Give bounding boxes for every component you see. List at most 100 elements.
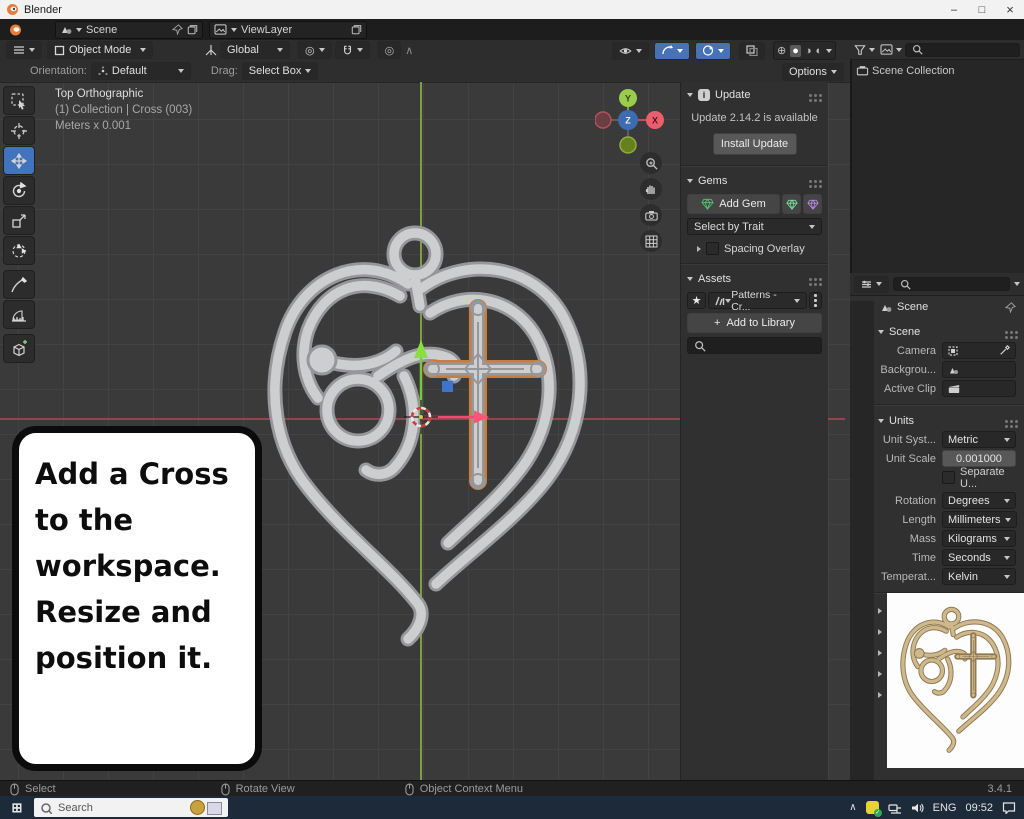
temperature-dropdown[interactable]: Kelvin	[942, 568, 1016, 585]
antivirus-tray-icon[interactable]: ✓	[866, 801, 879, 814]
camera-view-button[interactable]	[640, 204, 662, 226]
separate-units-checkbox[interactable]	[942, 471, 955, 484]
add-to-library-button[interactable]: + Add to Library	[687, 313, 822, 333]
select-by-trait-dropdown[interactable]: Select by Trait	[687, 218, 822, 235]
outliner-search-input[interactable]	[905, 43, 1020, 57]
collapsed-panel-icon[interactable]	[878, 650, 882, 656]
tool-measure[interactable]	[3, 300, 35, 329]
asset-library-dropdown[interactable]: Patterns - Cr...	[708, 292, 807, 309]
update-panel-header[interactable]: i Update	[687, 86, 822, 104]
xray-toggle[interactable]	[739, 42, 765, 60]
ortho-toggle-button[interactable]	[640, 230, 662, 252]
collapsed-panel-icon[interactable]	[878, 608, 882, 614]
add-gem-button[interactable]: Add Gem	[687, 194, 780, 214]
spacing-overlay-checkbox[interactable]	[706, 242, 719, 255]
asset-menu-button[interactable]	[809, 292, 822, 309]
axis-neg-x-ball[interactable]	[595, 112, 611, 128]
properties-search-input[interactable]	[893, 277, 1010, 291]
new-viewlayer-icon[interactable]	[351, 24, 362, 35]
install-update-button[interactable]: Install Update	[713, 133, 797, 155]
camera-field[interactable]	[942, 342, 1016, 359]
eyedropper-icon[interactable]	[999, 345, 1010, 356]
shading-material-button[interactable]: ◑	[805, 45, 812, 57]
gizmo-plane-handle[interactable]	[442, 381, 453, 392]
drag-dropdown[interactable]: Select Box	[242, 62, 319, 80]
editor-type-button[interactable]	[6, 41, 42, 59]
tool-add-cube[interactable]	[3, 334, 35, 363]
overlays-toggle[interactable]	[695, 42, 731, 60]
properties-editor-type-button[interactable]	[854, 276, 889, 293]
display-dropdown-icon[interactable]	[896, 48, 902, 52]
shading-dropdown-icon[interactable]	[826, 49, 832, 53]
gems-panel-header[interactable]: Gems	[687, 172, 822, 190]
asset-search-input[interactable]	[687, 337, 822, 354]
taskbar-search[interactable]: Search	[34, 798, 228, 817]
tool-move[interactable]	[3, 146, 35, 175]
properties-filter-icon[interactable]	[1014, 282, 1020, 286]
time-dropdown[interactable]: Seconds	[942, 549, 1016, 566]
display-mode-icon[interactable]	[880, 44, 893, 55]
gem-cut-button[interactable]	[782, 194, 801, 214]
panel-drag-dots[interactable]	[819, 94, 822, 97]
tool-scale[interactable]	[3, 206, 35, 235]
blender-menu-logo-icon[interactable]	[8, 24, 23, 36]
length-dropdown[interactable]: Millimeters	[942, 511, 1017, 528]
notification-icon[interactable]	[1002, 801, 1016, 814]
pin-icon[interactable]	[1005, 302, 1016, 313]
collapsed-panel-icon[interactable]	[878, 671, 882, 677]
minimize-button[interactable]: –	[940, 4, 968, 16]
pan-button[interactable]	[640, 178, 662, 200]
language-indicator[interactable]: ENG	[933, 802, 957, 814]
shading-rendered-button[interactable]: ◐	[816, 45, 823, 57]
gizmos-toggle[interactable]	[654, 42, 690, 60]
transform-orientation-dropdown[interactable]: Global	[220, 41, 290, 59]
mode-dropdown[interactable]: Object Mode	[47, 41, 153, 59]
gizmo-x-arrow[interactable]	[474, 411, 489, 424]
start-button[interactable]: ⊞	[0, 796, 34, 819]
tool-select-box[interactable]	[3, 86, 35, 115]
spacing-overlay-expand-icon[interactable]	[697, 246, 701, 252]
snap-target-button[interactable]: ◎	[298, 41, 332, 59]
gem-stone-button[interactable]	[803, 194, 822, 214]
outliner-root-row[interactable]: Scene Collection	[850, 62, 1024, 79]
maximize-button[interactable]: □	[968, 4, 996, 16]
pin-icon[interactable]	[172, 24, 183, 35]
tool-transform[interactable]	[3, 236, 35, 265]
transform-gizmo[interactable]	[258, 218, 598, 658]
unit-system-dropdown[interactable]: Metric	[942, 431, 1016, 448]
tool-annotate[interactable]	[3, 270, 35, 299]
gizmo-y-arrow[interactable]	[414, 340, 428, 358]
scene-section-header[interactable]: Scene	[874, 323, 1024, 341]
clock[interactable]: 09:52	[965, 802, 993, 814]
snap-magnet-button[interactable]	[335, 41, 370, 59]
close-button[interactable]: ×	[996, 2, 1024, 17]
shading-wireframe-button[interactable]: ⊕	[777, 44, 786, 57]
collapsed-panel-icon[interactable]	[878, 629, 882, 635]
mass-dropdown[interactable]: Kilograms	[942, 530, 1016, 547]
filter-dropdown-icon[interactable]	[869, 48, 875, 52]
tool-cursor[interactable]	[3, 116, 35, 145]
options-button[interactable]: Options	[782, 63, 844, 81]
zoom-button[interactable]	[640, 152, 662, 174]
new-scene-icon[interactable]	[187, 24, 198, 35]
proportional-edit-button[interactable]: ◎	[378, 41, 402, 59]
falloff-icon[interactable]: ∧	[405, 44, 413, 57]
scene-selector[interactable]: Scene	[55, 21, 203, 39]
tray-expand-icon[interactable]: ∧	[849, 802, 856, 813]
filter-icon[interactable]	[854, 44, 866, 56]
viewlayer-selector[interactable]: ViewLayer	[209, 21, 367, 39]
rotation-dropdown[interactable]: Degrees	[942, 492, 1016, 509]
active-clip-field[interactable]	[942, 380, 1016, 397]
tool-rotate[interactable]	[3, 176, 35, 205]
orientation-setting-dropdown[interactable]: Default	[91, 62, 191, 80]
units-section-header[interactable]: Units	[874, 412, 1024, 430]
favorites-button[interactable]: ★	[687, 292, 706, 309]
orientation-icon[interactable]	[205, 44, 217, 56]
unit-scale-field[interactable]: 0.001000	[942, 450, 1016, 467]
speaker-icon[interactable]	[911, 802, 924, 814]
collapsed-panel-icon[interactable]	[878, 692, 882, 698]
visibility-dropdown[interactable]	[612, 42, 649, 60]
axis-neg-y-ball[interactable]	[620, 137, 636, 153]
background-field[interactable]	[942, 361, 1016, 378]
network-icon[interactable]	[888, 802, 902, 814]
